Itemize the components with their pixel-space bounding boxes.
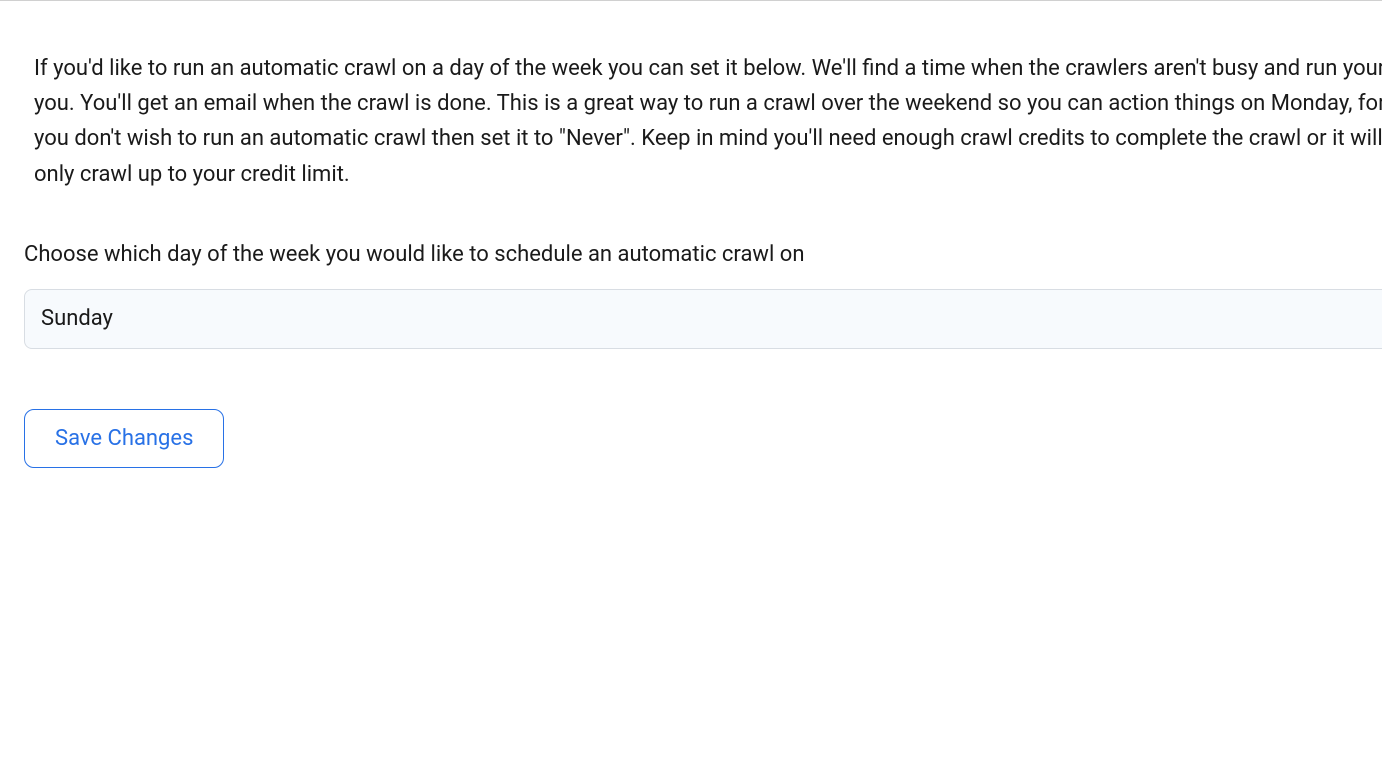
crawl-schedule-description: If you'd like to run an automatic crawl … — [34, 51, 1382, 192]
settings-content: If you'd like to run an automatic crawl … — [0, 1, 1382, 468]
day-select-wrapper: Sunday — [24, 289, 1382, 349]
day-select[interactable]: Sunday — [24, 289, 1382, 349]
day-select-label: Choose which day of the week you would l… — [24, 240, 1382, 271]
save-changes-button[interactable]: Save Changes — [24, 409, 224, 468]
